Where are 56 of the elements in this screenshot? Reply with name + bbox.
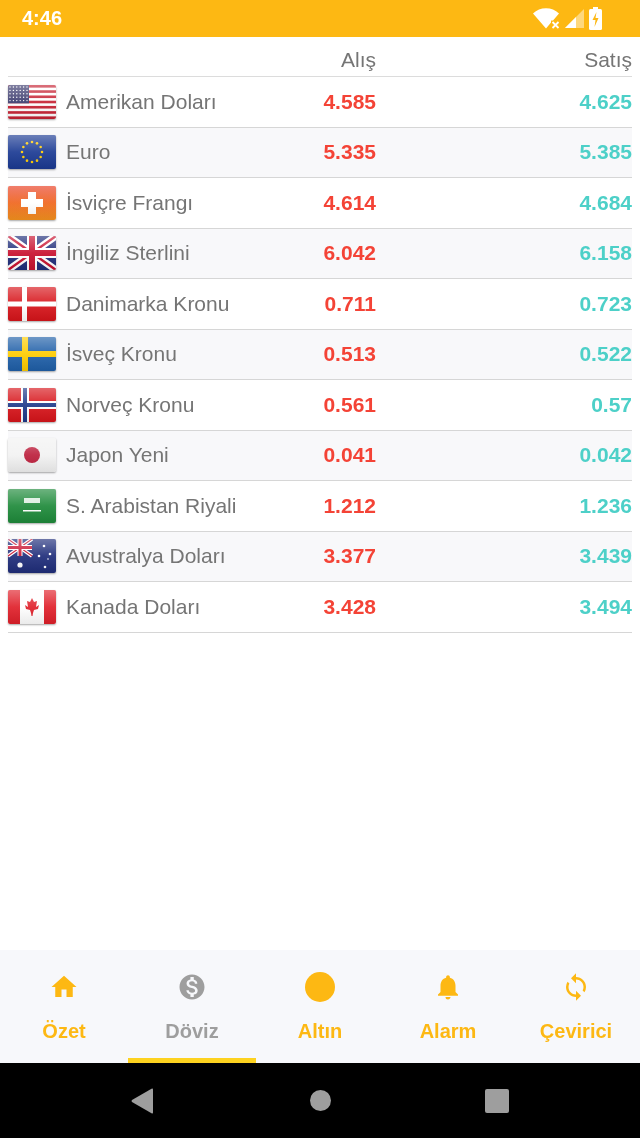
- buy-rate: 5.335: [323, 140, 376, 165]
- currency-name: İsveç Kronu: [66, 342, 178, 367]
- sell-rate: 4.625: [579, 89, 632, 114]
- recents-square-icon[interactable]: [485, 1088, 509, 1113]
- home-circle-icon[interactable]: [309, 1090, 331, 1111]
- nav-tab[interactable]: Çevirici: [512, 950, 640, 1063]
- status-time: 4:46: [22, 7, 63, 30]
- dollar-coin-icon: [177, 972, 207, 1002]
- currency-name: Avustralya Doları: [66, 544, 227, 569]
- sell-rate: 1.236: [579, 493, 632, 518]
- flag-icon: [8, 387, 56, 422]
- sell-rate: 3.494: [579, 594, 632, 619]
- sell-rate: 6.158: [579, 241, 632, 266]
- flag-icon: [8, 185, 56, 220]
- back-icon[interactable]: [131, 1087, 155, 1114]
- column-header: Satış: [584, 48, 632, 72]
- currency-name: İsviçre Frangı: [66, 190, 195, 215]
- flag-icon: [8, 84, 56, 119]
- currency-name: Danimarka Kronu: [66, 291, 231, 316]
- buy-rate: 0.513: [323, 342, 376, 367]
- sell-rate: 3.439: [579, 544, 632, 569]
- currency-name: S. Arabistan Riyali: [66, 493, 238, 518]
- nav-tab[interactable]: Altın: [256, 950, 384, 1063]
- flag-icon: [8, 337, 56, 372]
- buy-rate: 6.042: [323, 241, 376, 266]
- flag-icon: [8, 135, 56, 170]
- nav-tab[interactable]: Alarm: [384, 950, 512, 1063]
- buy-rate: 3.377: [323, 544, 376, 569]
- sell-rate: 0.57: [591, 392, 632, 417]
- sell-rate: 0.522: [579, 342, 632, 367]
- buy-rate: 4.585: [323, 89, 376, 114]
- column-header: Alış: [341, 48, 376, 72]
- wifi-off-icon: [533, 8, 560, 29]
- flag-icon: [8, 286, 56, 321]
- sell-rate: 4.684: [579, 190, 632, 215]
- nav-tab[interactable]: Özet: [0, 950, 128, 1063]
- currency-name: Amerikan Doları: [66, 89, 218, 114]
- currency-name: Kanada Doları: [66, 594, 202, 619]
- buy-rate: 4.614: [323, 190, 376, 215]
- flag-icon: [8, 589, 56, 624]
- signal-icon: [565, 9, 584, 28]
- buy-rate: 1.212: [323, 493, 376, 518]
- buy-rate: 3.428: [323, 594, 376, 619]
- currency-name: Japon Yeni: [66, 443, 170, 468]
- currency-name: İngiliz Sterlini: [66, 241, 191, 266]
- currency-name: Norveç Kronu: [66, 392, 196, 417]
- sell-rate: 0.042: [579, 443, 632, 468]
- buy-rate: 0.561: [323, 392, 376, 417]
- currency-name: Euro: [66, 140, 112, 165]
- sell-rate: 0.723: [579, 291, 632, 316]
- sell-rate: 5.385: [579, 140, 632, 165]
- buy-rate: 0.711: [324, 291, 376, 316]
- buy-rate: 0.041: [323, 443, 376, 468]
- circle-icon: [305, 972, 335, 1002]
- flag-icon: [8, 488, 56, 523]
- battery-charging-icon: [589, 7, 602, 30]
